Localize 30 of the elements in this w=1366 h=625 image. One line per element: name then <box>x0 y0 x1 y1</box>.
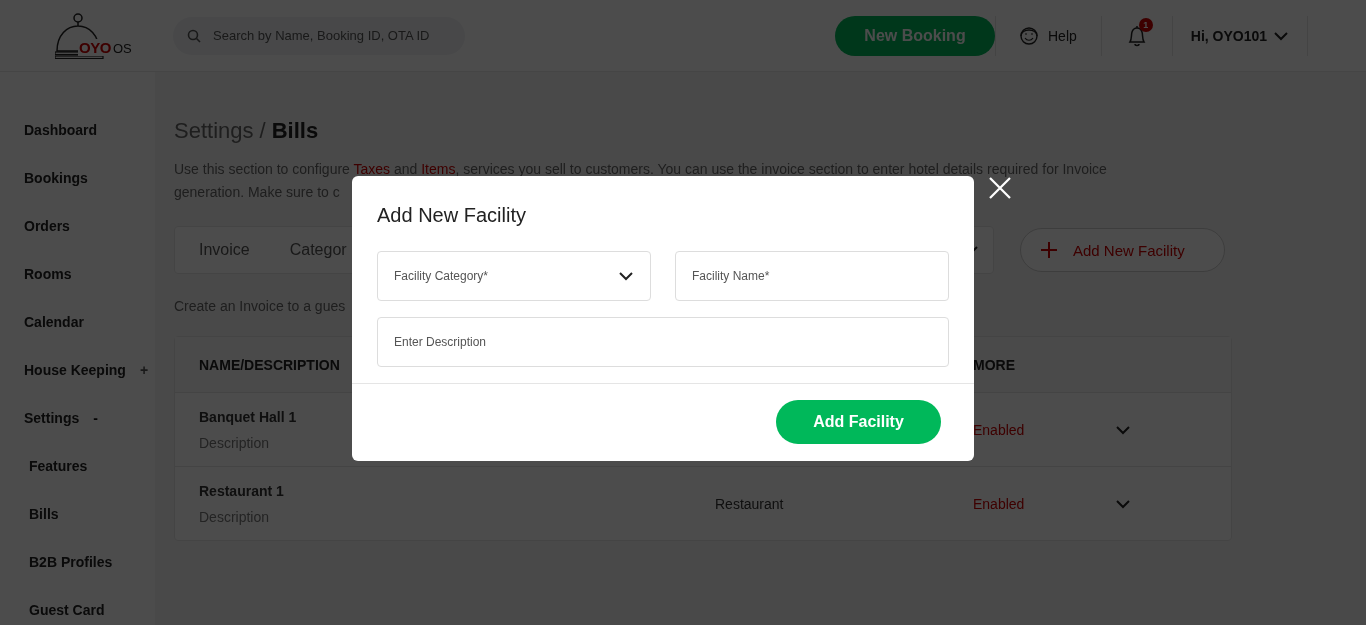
status-text: Enabled <box>973 495 1025 512</box>
sidebar-item[interactable]: House Keeping <box>24 362 126 378</box>
help-link[interactable]: Help <box>1048 27 1077 44</box>
status-text: Enabled <box>973 421 1025 438</box>
sidebar-item[interactable]: Orders <box>24 218 70 234</box>
page-title: Bills <box>271 118 319 144</box>
dialog-title: Add New Facility <box>377 204 527 227</box>
column-header: NAME/DESCRIPTION <box>199 356 341 373</box>
logo-suffix: OS <box>113 40 132 56</box>
sidebar-item[interactable]: Guest Card <box>29 602 105 618</box>
add-facility-submit-button[interactable]: Add Facility <box>776 400 941 444</box>
sidebar-item[interactable]: Features <box>29 458 88 474</box>
close-icon[interactable] <box>988 176 1012 200</box>
facility-name: Banquet Hall 1 <box>199 408 298 425</box>
name-field[interactable]: Facility Name* <box>675 251 949 301</box>
description-field[interactable]: Enter Description <box>377 317 949 367</box>
chevron-down-icon <box>618 270 634 282</box>
sidebar-item[interactable]: Bills <box>29 506 59 522</box>
facility-name: Restaurant 1 <box>199 482 285 499</box>
table-cell: Restaurant <box>715 495 784 512</box>
sidebar-item[interactable]: B2B Profiles <box>29 554 113 570</box>
column-header: MORE <box>973 356 1016 373</box>
text-link[interactable]: Taxes <box>353 161 391 177</box>
category-dropdown[interactable]: Facility Category* <box>377 251 651 301</box>
sidebar-item[interactable]: Dashboard <box>24 122 98 138</box>
sidebar-item[interactable]: Rooms <box>24 266 72 282</box>
expand-toggle[interactable]: + <box>139 362 149 378</box>
sidebar-item[interactable]: Calendar <box>24 314 84 330</box>
sidebar-item[interactable]: Settings <box>24 410 80 426</box>
sidebar-item[interactable]: Bookings <box>24 170 88 186</box>
